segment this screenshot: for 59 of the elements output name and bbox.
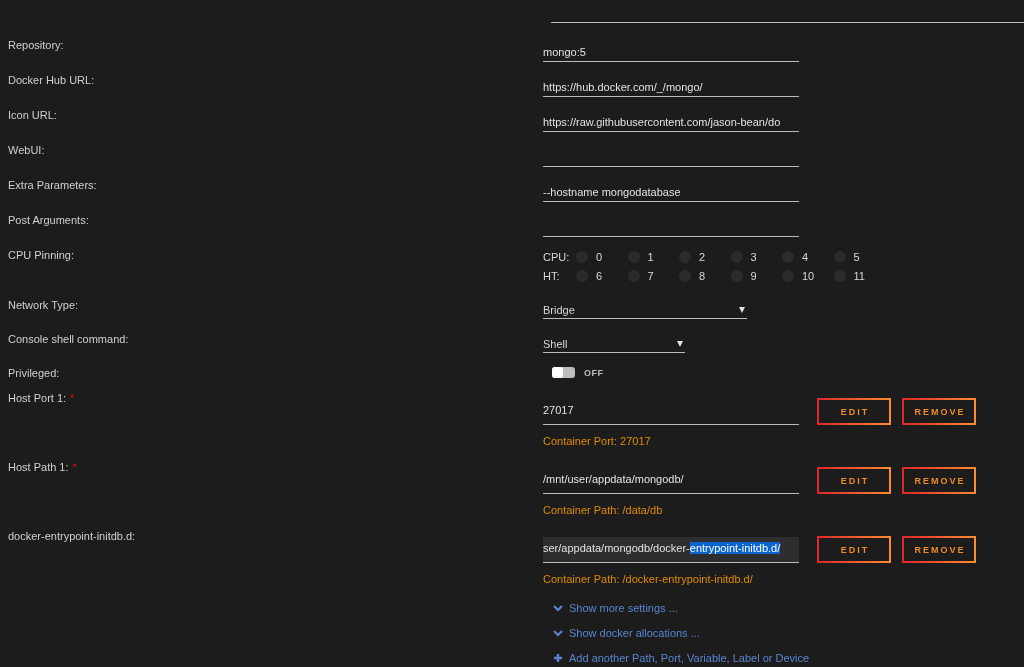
dropdown[interactable]: Bridge [543,296,747,319]
field-text: ser/appdata/mongodb/docker- [543,542,690,554]
caret-icon [677,340,683,347]
text-field[interactable]: --hostname mongodatabase [543,180,799,202]
text-field[interactable]: mongo:5 [543,40,799,62]
caret-icon [739,306,745,313]
show-more-link[interactable]: Show docker allocations ... [553,627,700,639]
edit-button[interactable]: EDIT [817,536,891,563]
text-field[interactable]: https://hub.docker.com/_/mongo/ [543,75,799,97]
edit-button[interactable]: EDIT [817,467,891,494]
field-label: Host Port 1: [8,392,67,404]
remove-button[interactable]: REMOVE [902,467,976,494]
field-label: Host Path 1: [8,461,69,473]
chevron-down-icon [553,603,563,613]
core-number: 5 [853,250,860,263]
container-note: Container Path: /data/db [543,504,664,516]
field-label: Privileged: [8,367,60,379]
cpu-group-label: CPU: [543,250,571,263]
text-field[interactable]: 27017 [543,399,799,425]
core-number: 9 [750,269,757,282]
core-number: 8 [699,269,706,282]
toggle-switch[interactable] [552,367,575,378]
field-text: /mnt/user/appdata/mongodb/ [543,473,684,485]
core-number: 6 [596,269,603,282]
core-number: 4 [802,250,809,263]
text-field[interactable]: https://raw.githubusercontent.com/jason-bean/do [543,110,799,132]
field-label: WebUI: [8,144,45,156]
chevron-down-icon [553,628,563,638]
field-text: 27017 [543,404,574,416]
toggle-state: OFF [584,367,604,378]
plus-icon [553,653,563,663]
label-cell-text: docker-entrypoint-initdb.d: [7,529,137,544]
required-mark: * [70,392,75,404]
container-note: Container Port: 27017 [543,435,652,447]
container-note: Container Path: /docker-entrypoint-initdb.d/ [543,573,754,585]
field-label: Icon URL: [8,109,57,121]
core-number: 2 [699,250,706,263]
core-number: 7 [647,269,654,282]
core-number: 3 [750,250,757,263]
core-number: 1 [647,250,654,263]
field-label: Console shell command: [8,333,129,345]
dropdown[interactable]: Shell [543,330,685,353]
core-number: 11 [853,269,865,282]
text-field[interactable]: /mnt/user/appdata/mongodb/ [543,468,799,494]
cpu-group-label: HT: [543,269,561,282]
show-more-link[interactable]: Show more settings ... [553,602,678,614]
required-mark: * [72,461,77,473]
edit-button[interactable]: EDIT [817,398,891,425]
remove-button[interactable]: REMOVE [902,398,976,425]
field-label: Extra Parameters: [8,179,97,191]
add-link[interactable]: Add another Path, Port, Variable, Label or Device [553,652,810,664]
field-label: Network Type: [8,299,79,311]
field-label: Post Arguments: [8,214,89,226]
field-label: Repository: [8,39,64,51]
field-label: CPU Pinning: [8,249,75,261]
core-number: 0 [596,250,603,263]
core-number: 10 [802,269,815,282]
remove-button[interactable]: REMOVE [902,536,976,563]
field-label: Docker Hub URL: [8,74,95,86]
